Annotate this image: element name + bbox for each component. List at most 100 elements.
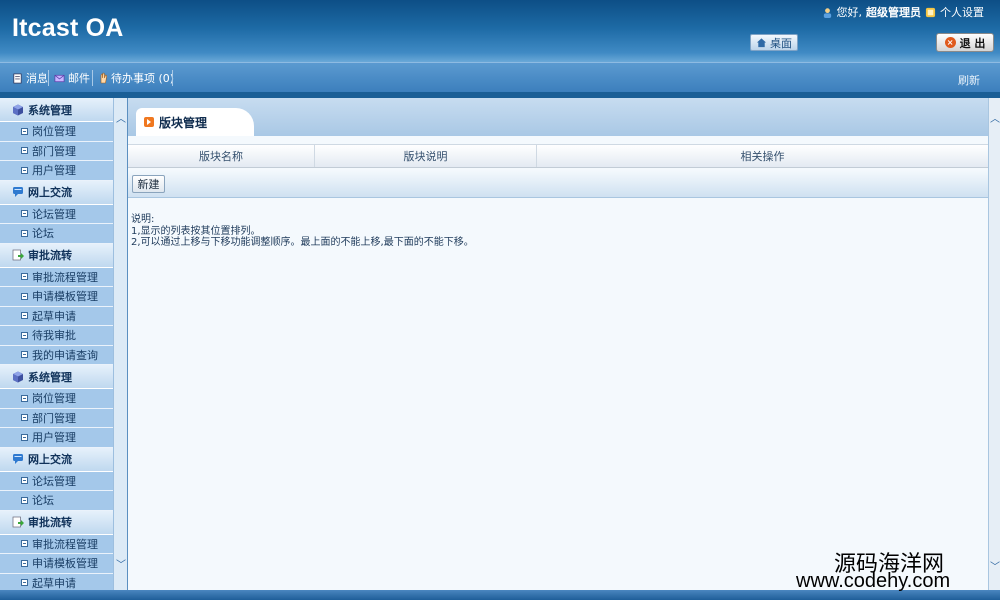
sidebar-item[interactable]: 审批流程管理: [0, 267, 113, 287]
table-header: 版块名称 版块说明 相关操作: [128, 144, 988, 168]
sidebar-group-header[interactable]: 网上交流: [0, 447, 113, 472]
desktop-label: 桌面: [770, 36, 792, 50]
bullet-icon: [21, 414, 28, 422]
personal-settings-link[interactable]: 个人设置: [940, 4, 984, 20]
app-header: Itcast OA 您好, 超级管理员 个人设置 桌面 × 退 出: [0, 0, 1000, 62]
sidebar-group-title: 网上交流: [28, 453, 72, 466]
sidebar-group-header[interactable]: 网上交流: [0, 180, 113, 205]
close-icon: ×: [944, 37, 956, 48]
bullet-icon: [21, 210, 28, 218]
main-panel: 版块管理 版块名称 版块说明 相关操作 新建 说明: 1,显示的列表按其位置排列…: [128, 98, 988, 590]
bullet-icon: [21, 127, 28, 135]
bullet-icon: [21, 331, 28, 339]
messages-label: 消息: [26, 72, 48, 85]
bullet-icon: [21, 433, 28, 441]
sidebar-item[interactable]: 申请模板管理: [0, 287, 113, 307]
username-link[interactable]: 超级管理员: [866, 4, 921, 20]
sidebar-group-header[interactable]: 系统管理: [0, 98, 113, 122]
scroll-down-icon[interactable]: ﹀: [114, 558, 128, 574]
bullet-icon: [21, 166, 28, 174]
sidebar-item-label: 审批流程管理: [32, 537, 98, 551]
sidebar-item[interactable]: 部门管理: [0, 408, 113, 428]
sidebar-group-header[interactable]: 系统管理: [0, 365, 113, 389]
sidebar-item[interactable]: 岗位管理: [0, 389, 113, 409]
watermark-url: www.codehy.com: [796, 570, 951, 592]
sidebar-group-header[interactable]: 审批流转: [0, 510, 113, 535]
messages-link[interactable]: 消息: [12, 70, 48, 86]
sidebar-item-label: 论坛: [32, 227, 54, 241]
action-bar: 新建: [128, 170, 988, 198]
note-line: 2,可以通过上移与下移功能调整顺序。最上面的不能上移,最下面的不能下移。: [131, 237, 474, 248]
user-bar: 您好, 超级管理员 个人设置: [822, 4, 984, 20]
toolbar-divider: [172, 70, 173, 86]
tab-forum-management[interactable]: 版块管理: [136, 108, 254, 136]
bullet-icon: [21, 292, 28, 300]
sidebar-item[interactable]: 用户管理: [0, 428, 113, 448]
logout-button[interactable]: × 退 出: [936, 33, 994, 52]
column-header: 版块名称: [128, 145, 315, 167]
sidebar-item-label: 起草申请: [32, 309, 76, 323]
message-icon: [13, 73, 22, 83]
new-button[interactable]: 新建: [132, 175, 165, 193]
user-icon: [823, 7, 831, 18]
toolbar-divider: [48, 70, 49, 86]
sidebar-item[interactable]: 岗位管理: [0, 122, 113, 142]
sidebar-item-label: 起草申请: [32, 576, 76, 590]
scroll-up-icon[interactable]: ︿: [114, 112, 128, 128]
sidebar-item[interactable]: 部门管理: [0, 141, 113, 161]
bullet-icon: [21, 394, 28, 402]
sidebar-item-label: 论坛管理: [32, 207, 76, 221]
toolbar-divider: [92, 70, 93, 86]
approval-doc-icon: [12, 249, 24, 261]
bullet-icon: [21, 579, 28, 587]
bullet-icon: [21, 559, 28, 567]
bullet-icon: [21, 351, 28, 359]
app-logo: Itcast OA: [12, 14, 124, 42]
sidebar-item-label: 用户管理: [32, 164, 76, 178]
sidebar-scrollbar[interactable]: ︿ ﹀: [113, 98, 127, 590]
tab-title: 版块管理: [159, 115, 208, 130]
todo-link[interactable]: 待办事项 (0): [98, 70, 174, 86]
sidebar-group-header[interactable]: 审批流转: [0, 243, 113, 268]
sidebar-group-title: 网上交流: [28, 186, 72, 199]
scroll-up-icon[interactable]: ︿: [989, 112, 1000, 128]
sidebar-item-label: 论坛管理: [32, 474, 76, 488]
refresh-link[interactable]: 刷新: [958, 72, 980, 88]
scroll-down-icon[interactable]: ﹀: [989, 560, 1000, 576]
sidebar-item-label: 岗位管理: [32, 392, 76, 406]
sidebar-item[interactable]: 起草申请: [0, 306, 113, 326]
sidebar-item[interactable]: 论坛管理: [0, 204, 113, 224]
sidebar-item-label: 申请模板管理: [32, 557, 98, 571]
sidebar-item[interactable]: 审批流程管理: [0, 534, 113, 554]
bullet-icon: [21, 312, 28, 320]
sidebar-item[interactable]: 申请模板管理: [0, 554, 113, 574]
sidebar-group-title: 审批流转: [28, 516, 72, 529]
sidebar-item-label: 用户管理: [32, 431, 76, 445]
bullet-icon: [21, 496, 28, 504]
note-line: 1,显示的列表按其位置排列。: [131, 225, 261, 237]
sidebar-item[interactable]: 用户管理: [0, 161, 113, 181]
sidebar-item-label: 我的申请查询: [32, 348, 98, 362]
sidebar-item[interactable]: 论坛管理: [0, 471, 113, 491]
sidebar-item[interactable]: 我的申请查询: [0, 345, 113, 365]
bullet-icon: [21, 540, 28, 548]
chat-icon: [12, 186, 24, 198]
column-header: 版块说明: [315, 145, 537, 167]
toolbar: 消息 邮件 待办事项 (0) 刷新: [0, 62, 1000, 92]
bullet-icon: [21, 477, 28, 485]
sidebar-item[interactable]: 论坛: [0, 224, 113, 244]
sidebar-item[interactable]: 待我审批: [0, 326, 113, 346]
desktop-button[interactable]: 桌面: [750, 34, 798, 51]
sidebar-item-label: 审批流程管理: [32, 270, 98, 284]
system-cube-icon: [12, 104, 24, 116]
sidebar-item[interactable]: 论坛: [0, 491, 113, 511]
sidebar-item[interactable]: 起草申请: [0, 573, 113, 590]
sidebar-item-label: 论坛: [32, 494, 54, 508]
main-scrollbar[interactable]: ︿ ﹀: [988, 98, 1000, 590]
bullet-icon: [21, 147, 28, 155]
bullet-icon: [21, 273, 28, 281]
system-cube-icon: [12, 371, 24, 383]
hand-icon: [100, 72, 107, 84]
mail-link[interactable]: 邮件: [54, 70, 90, 86]
note-line: 说明:: [131, 214, 155, 225]
